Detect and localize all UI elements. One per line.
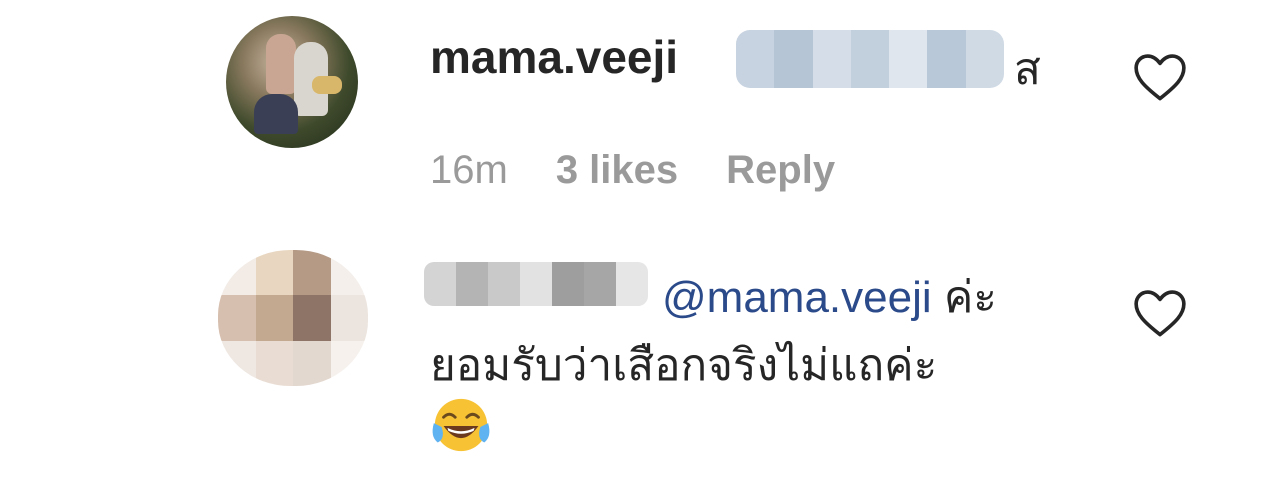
likes-count[interactable]: 3 likes xyxy=(556,148,678,193)
comment-meta: 16m 3 likes Reply xyxy=(430,148,835,193)
comment-text-line-1: @mama.veeji ค่ะ xyxy=(662,262,997,332)
comment-username[interactable]: mama.veeji xyxy=(430,30,678,84)
blurred-username xyxy=(424,262,648,306)
comment-text: ส xyxy=(1014,45,1041,94)
heart-outline-icon[interactable] xyxy=(1132,288,1188,338)
comment-timestamp: 16m xyxy=(430,148,508,192)
comment-text-suffix: ค่ะ xyxy=(931,273,997,322)
avatar[interactable] xyxy=(226,16,358,148)
avatar[interactable] xyxy=(218,250,368,386)
comments-panel: mama.veeji ส 16m 3 likes Reply @mama.vee… xyxy=(0,0,1280,488)
mention-link[interactable]: @mama.veeji xyxy=(662,273,932,322)
comment-text-line-2: ยอมรับว่าเสือกจริงไม่แถค่ะ xyxy=(430,341,938,390)
blurred-text xyxy=(736,30,1004,88)
heart-outline-icon[interactable] xyxy=(1132,52,1188,102)
face-with-tears-of-joy-icon xyxy=(432,398,490,452)
reply-button[interactable]: Reply xyxy=(726,148,835,193)
